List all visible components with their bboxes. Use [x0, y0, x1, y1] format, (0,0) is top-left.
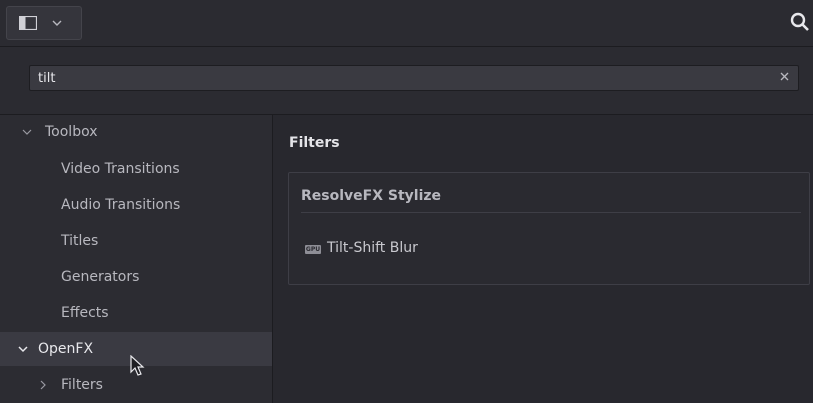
chevron-down-icon: [18, 346, 28, 353]
divider: [301, 212, 801, 213]
sidebar-item-effects[interactable]: Effects: [0, 296, 272, 330]
gpu-badge-icon: GPU: [305, 245, 321, 254]
close-icon[interactable]: [779, 71, 790, 82]
search-query-text: tilt: [38, 71, 56, 86]
chevron-down-icon: [22, 129, 32, 135]
panel-layout-icon: [19, 16, 37, 30]
effect-item-label: Tilt-Shift Blur: [327, 240, 418, 256]
effect-group: ResolveFX Stylize GPU Tilt-Shift Blur: [288, 172, 810, 285]
sidebar-item-label: Toolbox: [45, 124, 98, 140]
results-panel: Filters ResolveFX Stylize GPU Tilt-Shift…: [273, 115, 813, 403]
sidebar-item-titles[interactable]: Titles: [0, 224, 272, 258]
sidebar-item-label: Titles: [61, 233, 99, 249]
group-title: ResolveFX Stylize: [301, 188, 442, 204]
section-heading: Filters: [289, 135, 340, 151]
sidebar-item-label: Filters: [61, 377, 103, 393]
sidebar-item-label: OpenFX: [38, 341, 94, 357]
sidebar-item-video-transitions[interactable]: Video Transitions: [0, 152, 272, 186]
search-row: tilt: [0, 47, 813, 115]
sidebar-item-label: Audio Transitions: [61, 197, 181, 213]
top-toolbar: [0, 0, 813, 47]
mouse-cursor-icon: [130, 355, 145, 376]
effect-item-tilt-shift-blur[interactable]: GPU Tilt-Shift Blur: [301, 239, 701, 259]
sidebar-item-label: Generators: [61, 269, 140, 285]
sidebar-item-generators[interactable]: Generators: [0, 260, 272, 294]
sidebar-item-label: Effects: [61, 305, 109, 321]
panel-toggle-button[interactable]: [6, 6, 82, 40]
search-input[interactable]: tilt: [29, 65, 799, 91]
chevron-right-icon: [40, 380, 46, 390]
sidebar-item-audio-transitions[interactable]: Audio Transitions: [0, 188, 272, 222]
sidebar-item-toolbox[interactable]: Toolbox: [0, 115, 272, 149]
search-icon[interactable]: [790, 12, 810, 32]
sidebar-item-label: Video Transitions: [61, 161, 180, 177]
chevron-down-icon: [52, 20, 62, 26]
